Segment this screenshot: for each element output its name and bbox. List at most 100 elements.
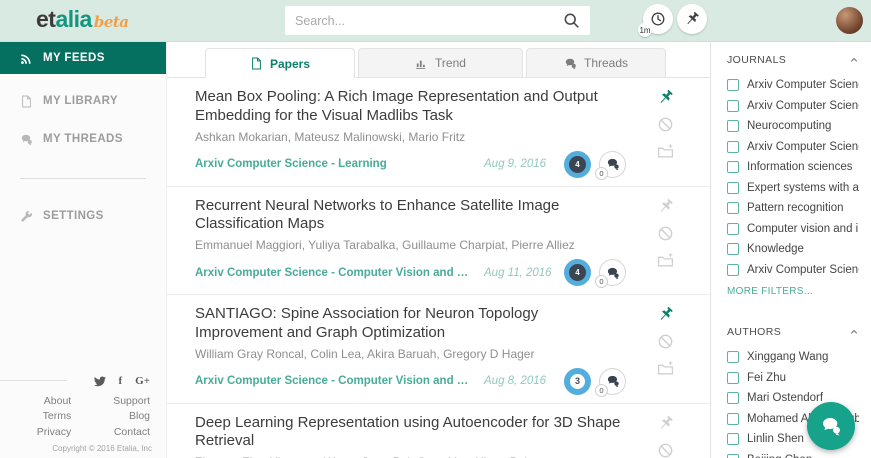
author-checkbox[interactable] xyxy=(727,454,739,458)
beta-badge: beta xyxy=(94,13,129,31)
paper-list: Mean Box Pooling: A Rich Image Represent… xyxy=(167,78,710,458)
add-to-library-icon[interactable] xyxy=(657,360,674,377)
journal-checkbox[interactable] xyxy=(727,223,739,235)
paper-meta-row: Arxiv Computer Science - Computer Vision… xyxy=(195,259,626,286)
relevance-score-badge: 4 xyxy=(564,259,591,286)
pinned-papers-button[interactable] xyxy=(677,4,707,34)
author-filter-item[interactable]: Fei Zhu xyxy=(727,368,859,389)
journal-checkbox[interactable] xyxy=(727,243,739,255)
journal-filter-item[interactable]: Neurocomputing xyxy=(727,116,859,137)
paper-date: Aug 8, 2016 xyxy=(484,375,564,387)
journal-filter-item[interactable]: Arxiv Computer Scienc... xyxy=(727,75,859,96)
author-checkbox[interactable] xyxy=(727,372,739,384)
journal-checkbox[interactable] xyxy=(727,100,739,112)
sidebar-item-my-library[interactable]: MY LIBRARY xyxy=(0,86,166,116)
sidebar-item-my-threads[interactable]: MY THREADS xyxy=(0,124,166,154)
journal-checkbox[interactable] xyxy=(727,79,739,91)
comments-button[interactable]: 0 xyxy=(599,151,626,178)
user-avatar[interactable] xyxy=(836,7,863,34)
sidebar-item-settings[interactable]: SETTINGS xyxy=(0,201,166,231)
paper-authors: Emmanuel Maggiori, Yuliya Tarabalka, Gui… xyxy=(195,238,626,252)
paper-title[interactable]: SANTIAGO: Spine Association for Neuron T… xyxy=(195,305,626,343)
footer-link[interactable]: Blog xyxy=(129,409,150,425)
score-value: 4 xyxy=(575,268,579,277)
footer-link[interactable]: Privacy xyxy=(37,425,71,441)
comments-button[interactable]: 0 xyxy=(599,259,626,286)
footer-links-left: AboutTermsPrivacy xyxy=(37,394,71,441)
ban-paper-icon[interactable] xyxy=(657,442,674,458)
search-input[interactable] xyxy=(295,14,563,28)
pin-paper-icon[interactable] xyxy=(657,306,674,323)
paper-item: Recurrent Neural Networks to Enhance Sat… xyxy=(167,187,710,296)
pin-paper-icon[interactable] xyxy=(657,415,674,432)
journal-checkbox[interactable] xyxy=(727,182,739,194)
comment-count-badge: 0 xyxy=(595,167,608,180)
paper-journal-link[interactable]: Arxiv Computer Science - Learning xyxy=(195,158,474,170)
tab-threads[interactable]: Threads xyxy=(526,48,666,77)
journal-filter-item[interactable]: Knowledge xyxy=(727,239,859,260)
footer-link[interactable]: Terms xyxy=(43,409,72,425)
twitter-icon[interactable] xyxy=(94,375,106,387)
journal-filter-item[interactable]: Arxiv Computer Scienc... xyxy=(727,137,859,158)
author-checkbox[interactable] xyxy=(727,351,739,363)
journal-filter-label: Information sciences xyxy=(747,161,852,173)
journal-filter-item[interactable]: Pattern recognition xyxy=(727,198,859,219)
author-filter-label: Linlin Shen xyxy=(747,433,804,445)
paper-journal-link[interactable]: Arxiv Computer Science - Computer Vision… xyxy=(195,267,474,279)
journal-checkbox[interactable] xyxy=(727,202,739,214)
sidebar-item-my-feeds[interactable]: MY FEEDS xyxy=(0,42,166,74)
add-to-library-icon[interactable] xyxy=(657,143,674,160)
journal-filter-label: Arxiv Computer Scienc... xyxy=(747,79,859,91)
add-to-library-icon[interactable] xyxy=(657,252,674,269)
left-sidebar: MY FEEDS MY LIBRARY MY THREADS SETTINGS … xyxy=(0,42,167,458)
journal-filter-item[interactable]: Information sciences xyxy=(727,157,859,178)
journal-filter-item[interactable]: Arxiv Computer Scienc... xyxy=(727,260,859,281)
tab-papers[interactable]: Papers xyxy=(205,48,355,78)
pin-paper-icon[interactable] xyxy=(657,198,674,215)
author-filter-item[interactable]: Beijing Chen xyxy=(727,450,859,458)
sidebar-item-label: SETTINGS xyxy=(43,210,104,222)
paper-badges: 3 0 xyxy=(564,368,626,395)
journal-checkbox[interactable] xyxy=(727,120,739,132)
paper-title[interactable]: Deep Learning Representation using Autoe… xyxy=(195,414,626,452)
paper-title[interactable]: Mean Box Pooling: A Rich Image Represent… xyxy=(195,88,626,126)
author-checkbox[interactable] xyxy=(727,413,739,425)
ban-paper-icon[interactable] xyxy=(657,333,674,350)
tab-trend[interactable]: Trend xyxy=(358,48,523,77)
comment-count-badge: 0 xyxy=(595,275,608,288)
tab-bar: Papers Trend Threads xyxy=(167,48,710,78)
comments-button[interactable]: 0 xyxy=(599,368,626,395)
pin-paper-icon[interactable] xyxy=(657,89,674,106)
author-checkbox[interactable] xyxy=(727,433,739,445)
chevron-up-icon xyxy=(849,327,859,337)
footer-link[interactable]: Contact xyxy=(114,425,150,441)
journal-filter-item[interactable]: Computer vision and im... xyxy=(727,219,859,240)
chat-fab-button[interactable] xyxy=(807,402,855,450)
more-filters-link[interactable]: MORE FILTERS... xyxy=(727,286,813,297)
author-filter-item[interactable]: Xinggang Wang xyxy=(727,347,859,368)
search-icon[interactable] xyxy=(563,12,580,29)
journal-checkbox[interactable] xyxy=(727,161,739,173)
authors-section-header[interactable]: AUTHORS xyxy=(727,326,859,338)
journal-checkbox[interactable] xyxy=(727,264,739,276)
author-checkbox[interactable] xyxy=(727,392,739,404)
comment-count-badge: 0 xyxy=(595,384,608,397)
journal-filter-item[interactable]: Expert systems with ap... xyxy=(727,178,859,199)
history-button[interactable]: 1m xyxy=(643,4,673,34)
google-plus-icon[interactable]: G+ xyxy=(135,375,150,387)
footer-link[interactable]: Support xyxy=(113,394,150,410)
copyright-text: Copyright © 2016 Etalia, Inc xyxy=(0,444,166,453)
paper-title[interactable]: Recurrent Neural Networks to Enhance Sat… xyxy=(195,197,626,235)
clock-icon xyxy=(650,11,666,27)
journals-section-header[interactable]: JOURNALS xyxy=(727,54,859,66)
journal-checkbox[interactable] xyxy=(727,141,739,153)
footer-link[interactable]: About xyxy=(44,394,71,410)
facebook-icon[interactable]: f xyxy=(119,375,123,387)
ban-paper-icon[interactable] xyxy=(657,225,674,242)
etalia-logo[interactable]: etaliabeta xyxy=(36,6,129,33)
bar-chart-icon xyxy=(415,57,428,70)
paper-meta-row: Arxiv Computer Science - Computer Vision… xyxy=(195,368,626,395)
journal-filter-item[interactable]: Arxiv Computer Scienc... xyxy=(727,96,859,117)
paper-journal-link[interactable]: Arxiv Computer Science - Computer Vision… xyxy=(195,375,474,387)
ban-paper-icon[interactable] xyxy=(657,116,674,133)
